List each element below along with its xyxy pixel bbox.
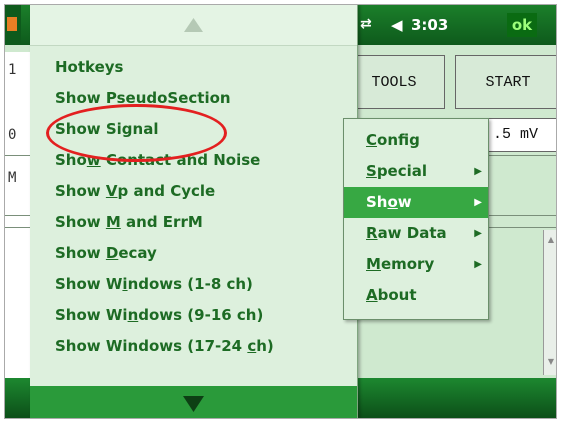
highlight-ellipse (46, 104, 227, 162)
submenu-item[interactable]: Special ▶ (344, 156, 488, 187)
label-text: ndows (1-8 ch) (127, 275, 253, 293)
label-text: Show (55, 182, 106, 200)
label-text: Show (55, 244, 106, 262)
accelerator-key: c (247, 337, 257, 355)
accelerator-key: R (366, 224, 378, 242)
submenu-item[interactable]: Memory ▶ (344, 249, 488, 280)
submenu-item[interactable]: About (344, 280, 488, 311)
clock-time[interactable]: 3:03 (411, 16, 448, 34)
device-screen: ⇄ ◀ 3:03 ok 1 0 M TOOLS START .5 mV ▲ ▼ … (5, 5, 556, 418)
accelerator-key: C (366, 131, 378, 149)
accelerator-key: n (127, 306, 139, 324)
submenu-item[interactable]: Show ▶ (344, 187, 488, 218)
edge-character: 0 (8, 127, 17, 143)
submenu-arrow-icon: ▶ (474, 228, 482, 239)
ok-button[interactable]: ok (507, 13, 537, 37)
accelerator-key: o (387, 193, 398, 211)
triangle-down-icon (183, 396, 204, 412)
voltage-readout: .5 mV (488, 118, 556, 152)
label-text: Show W (55, 275, 123, 293)
submenu-list: Config Special ▶ Show ▶ Raw Data ▶ Memory ▶ About (344, 125, 488, 311)
accelerator-key: V (105, 182, 118, 200)
label-text: ecay (118, 244, 157, 262)
accelerator-key: D (105, 244, 119, 262)
menu-scroll-down-button[interactable] (30, 386, 357, 418)
edge-character: 1 (8, 62, 17, 78)
vertical-scrollbar[interactable] (543, 230, 556, 375)
menu-item[interactable]: Hotkeys (55, 52, 274, 83)
submenu-arrow-icon: ▶ (474, 197, 482, 208)
submenu-item[interactable]: Raw Data ▶ (344, 218, 488, 249)
label-text: dows (9-16 ch) (138, 306, 264, 324)
connectivity-icon[interactable]: ⇄ (360, 16, 372, 32)
menu-item[interactable]: Show Windows (17-24 ch) (55, 331, 274, 362)
label-text: bout (377, 286, 417, 304)
tools-button[interactable]: TOOLS (343, 55, 445, 109)
label-text: w (397, 193, 412, 211)
menu-list: Hotkeys Show PseudoSection Show Signal Show… (55, 52, 274, 362)
label-text: Show (55, 213, 106, 231)
label-text: Hotkeys (55, 58, 124, 76)
accelerator-key: M (366, 255, 381, 273)
triangle-up-icon (184, 18, 203, 32)
label-text: pecial (376, 162, 428, 180)
label-text: h) (256, 337, 274, 355)
menu-scroll-up-button[interactable] (30, 5, 357, 46)
scroll-down-arrow-icon[interactable]: ▼ (545, 357, 556, 367)
menu-item[interactable]: Show Windows (9-16 ch) (55, 300, 274, 331)
windows-flag-icon (7, 17, 17, 31)
label-text: onfig (377, 131, 420, 149)
label-text: and ErrM (120, 213, 203, 231)
menu-item[interactable]: Show M and ErrM (55, 207, 274, 238)
start-button[interactable] (5, 5, 21, 45)
menu-item[interactable]: Show Windows (1-8 ch) (55, 269, 274, 300)
accelerator-key: S (366, 162, 377, 180)
menu-item[interactable]: Show Decay (55, 238, 274, 269)
submenu-item[interactable]: Config (344, 125, 488, 156)
accelerator-key: A (366, 286, 378, 304)
volume-icon[interactable]: ◀ (391, 16, 403, 34)
edge-character: M (8, 170, 17, 186)
label-text: Sh (366, 193, 388, 211)
accelerator-key: M (105, 213, 121, 231)
menu-item[interactable]: Show Vp and Cycle (55, 176, 274, 207)
label-text: Show Wi (55, 306, 128, 324)
show-popup-menu: Hotkeys Show PseudoSection Show Signal Show… (30, 5, 358, 418)
label-text: aw Data (377, 224, 447, 242)
submenu-arrow-icon: ▶ (474, 166, 482, 177)
label-text: p and Cycle (117, 182, 216, 200)
label-text: emory (380, 255, 435, 273)
scroll-up-arrow-icon[interactable]: ▲ (545, 235, 556, 245)
start-measure-button[interactable]: START (455, 55, 556, 109)
submenu-arrow-icon: ▶ (474, 259, 482, 270)
label-text: Show Windows (17-24 (55, 337, 248, 355)
main-submenu: Config Special ▶ Show ▶ Raw Data ▶ Memory ▶ About (343, 118, 489, 320)
